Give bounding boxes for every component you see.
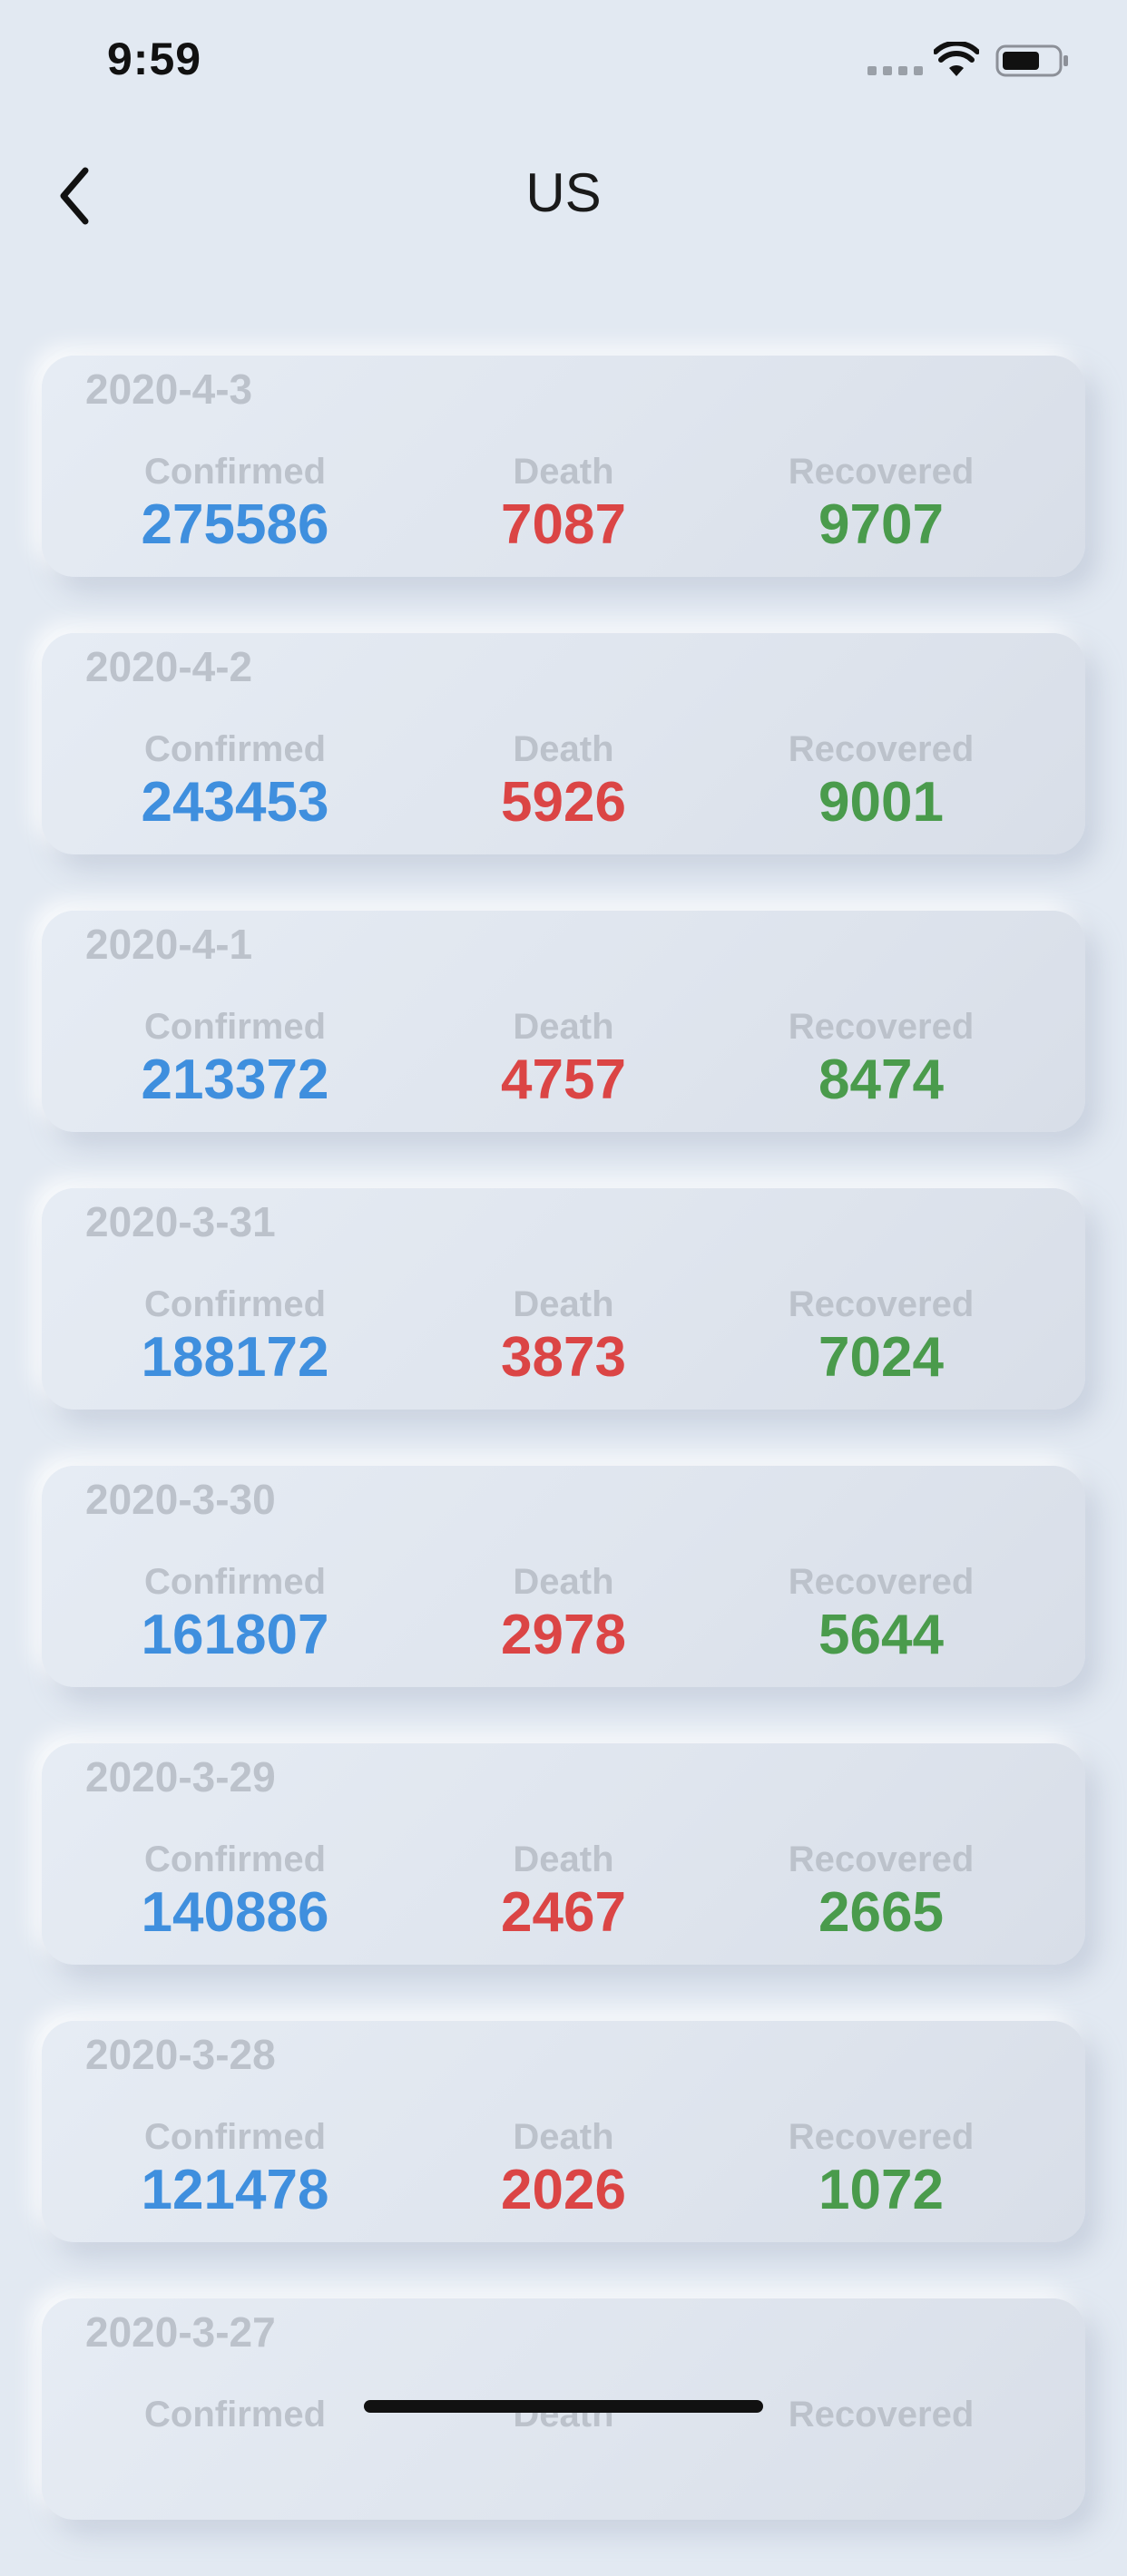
death-value: 2467 [501, 1881, 626, 1944]
death-label: Death [513, 452, 614, 492]
recovered-stat: Recovered 1072 [718, 2119, 1044, 2222]
card-date: 2020-3-29 [85, 1753, 276, 1800]
status-time: 9:59 [107, 34, 202, 84]
recovered-label: Recovered [788, 729, 975, 769]
confirmed-label: Confirmed [144, 1562, 326, 1602]
recovered-stat: Recovered [718, 2396, 1044, 2436]
cellular-signal-icon [867, 66, 923, 75]
death-value: 7087 [501, 493, 626, 556]
recovered-label: Recovered [788, 1007, 975, 1047]
death-stat: Death 2467 [400, 1841, 727, 1945]
card-date: 2020-4-2 [85, 643, 253, 690]
card-date: 2020-3-28 [85, 2031, 276, 2078]
recovered-value: 7024 [818, 1326, 944, 1389]
recovered-value: 5644 [818, 1604, 944, 1666]
status-bar: 9:59 [0, 0, 1127, 120]
daily-stats-card[interactable]: 2020-4-1 Confirmed 213372 Death 4757 Rec… [42, 911, 1085, 1132]
death-value: 2978 [501, 1604, 626, 1666]
daily-stats-card[interactable]: 2020-4-3 Confirmed 275586 Death 7087 Rec… [42, 356, 1085, 577]
confirmed-stat: Confirmed 213372 [72, 1009, 398, 1112]
death-stat: Death 5926 [400, 731, 727, 834]
recovered-label: Recovered [788, 452, 975, 492]
confirmed-value: 275586 [141, 493, 329, 556]
confirmed-value: 243453 [141, 771, 329, 834]
recovered-value: 9707 [818, 493, 944, 556]
death-value: 5926 [501, 771, 626, 834]
page-title: US [525, 162, 602, 223]
recovered-stat: Recovered 2665 [718, 1841, 1044, 1945]
wifi-icon [934, 42, 979, 76]
card-date: 2020-3-31 [85, 1198, 276, 1245]
recovered-stat: Recovered 9001 [718, 731, 1044, 834]
death-value: 3873 [501, 1326, 626, 1389]
confirmed-stat: Confirmed [72, 2396, 398, 2436]
recovered-value: 1072 [818, 2159, 944, 2221]
confirmed-label: Confirmed [144, 1839, 326, 1879]
confirmed-stat: Confirmed 275586 [72, 454, 398, 557]
recovered-stat: Recovered 9707 [718, 454, 1044, 557]
confirmed-stat: Confirmed 121478 [72, 2119, 398, 2222]
death-label: Death [513, 2117, 614, 2157]
recovered-value: 8474 [818, 1049, 944, 1111]
confirmed-stat: Confirmed 161807 [72, 1564, 398, 1667]
daily-stats-card[interactable]: 2020-3-28 Confirmed 121478 Death 2026 Re… [42, 2021, 1085, 2242]
confirmed-value: 161807 [141, 1604, 329, 1666]
recovered-stat: Recovered 7024 [718, 1286, 1044, 1390]
confirmed-label: Confirmed [144, 2117, 326, 2157]
death-label: Death [513, 1839, 614, 1879]
confirmed-value: 121478 [141, 2159, 329, 2221]
death-stat: Death 2026 [400, 2119, 727, 2222]
confirmed-label: Confirmed [144, 1284, 326, 1324]
recovered-value: 2665 [818, 1881, 944, 1944]
daily-stats-card[interactable]: 2020-3-29 Confirmed 140886 Death 2467 Re… [42, 1743, 1085, 1965]
confirmed-label: Confirmed [144, 2395, 326, 2435]
recovered-label: Recovered [788, 2395, 975, 2435]
daily-stats-card[interactable]: 2020-4-2 Confirmed 243453 Death 5926 Rec… [42, 633, 1085, 854]
death-value: 4757 [501, 1049, 626, 1111]
daily-stats-list: 2020-4-3 Confirmed 275586 Death 7087 Rec… [0, 356, 1127, 2576]
confirmed-label: Confirmed [144, 1007, 326, 1047]
death-label: Death [513, 1284, 614, 1324]
death-label: Death [513, 1007, 614, 1047]
confirmed-value: 213372 [141, 1049, 329, 1111]
death-label: Death [513, 1562, 614, 1602]
navigation-bar: US [0, 136, 1127, 254]
card-date: 2020-4-3 [85, 366, 253, 413]
death-label: Death [513, 729, 614, 769]
card-date: 2020-3-30 [85, 1476, 276, 1523]
death-stat: Death 7087 [400, 454, 727, 557]
daily-stats-card[interactable]: 2020-3-30 Confirmed 161807 Death 2978 Re… [42, 1466, 1085, 1687]
recovered-stat: Recovered 8474 [718, 1009, 1044, 1112]
battery-icon [995, 44, 1068, 77]
card-date: 2020-4-1 [85, 921, 253, 968]
recovered-value: 9001 [818, 771, 944, 834]
recovered-label: Recovered [788, 1839, 975, 1879]
death-stat: Death 3873 [400, 1286, 727, 1390]
recovered-label: Recovered [788, 2117, 975, 2157]
confirmed-value: 188172 [141, 1326, 329, 1389]
recovered-stat: Recovered 5644 [718, 1564, 1044, 1667]
confirmed-label: Confirmed [144, 729, 326, 769]
card-date: 2020-3-27 [85, 2308, 276, 2356]
recovered-label: Recovered [788, 1284, 975, 1324]
confirmed-value: 140886 [141, 1881, 329, 1944]
death-stat: Death 2978 [400, 1564, 727, 1667]
confirmed-stat: Confirmed 188172 [72, 1286, 398, 1390]
daily-stats-card[interactable]: 2020-3-31 Confirmed 188172 Death 3873 Re… [42, 1188, 1085, 1410]
confirmed-stat: Confirmed 140886 [72, 1841, 398, 1945]
death-stat: Death 4757 [400, 1009, 727, 1112]
confirmed-label: Confirmed [144, 452, 326, 492]
confirmed-stat: Confirmed 243453 [72, 731, 398, 834]
recovered-label: Recovered [788, 1562, 975, 1602]
home-indicator[interactable] [364, 2400, 763, 2413]
death-value: 2026 [501, 2159, 626, 2221]
